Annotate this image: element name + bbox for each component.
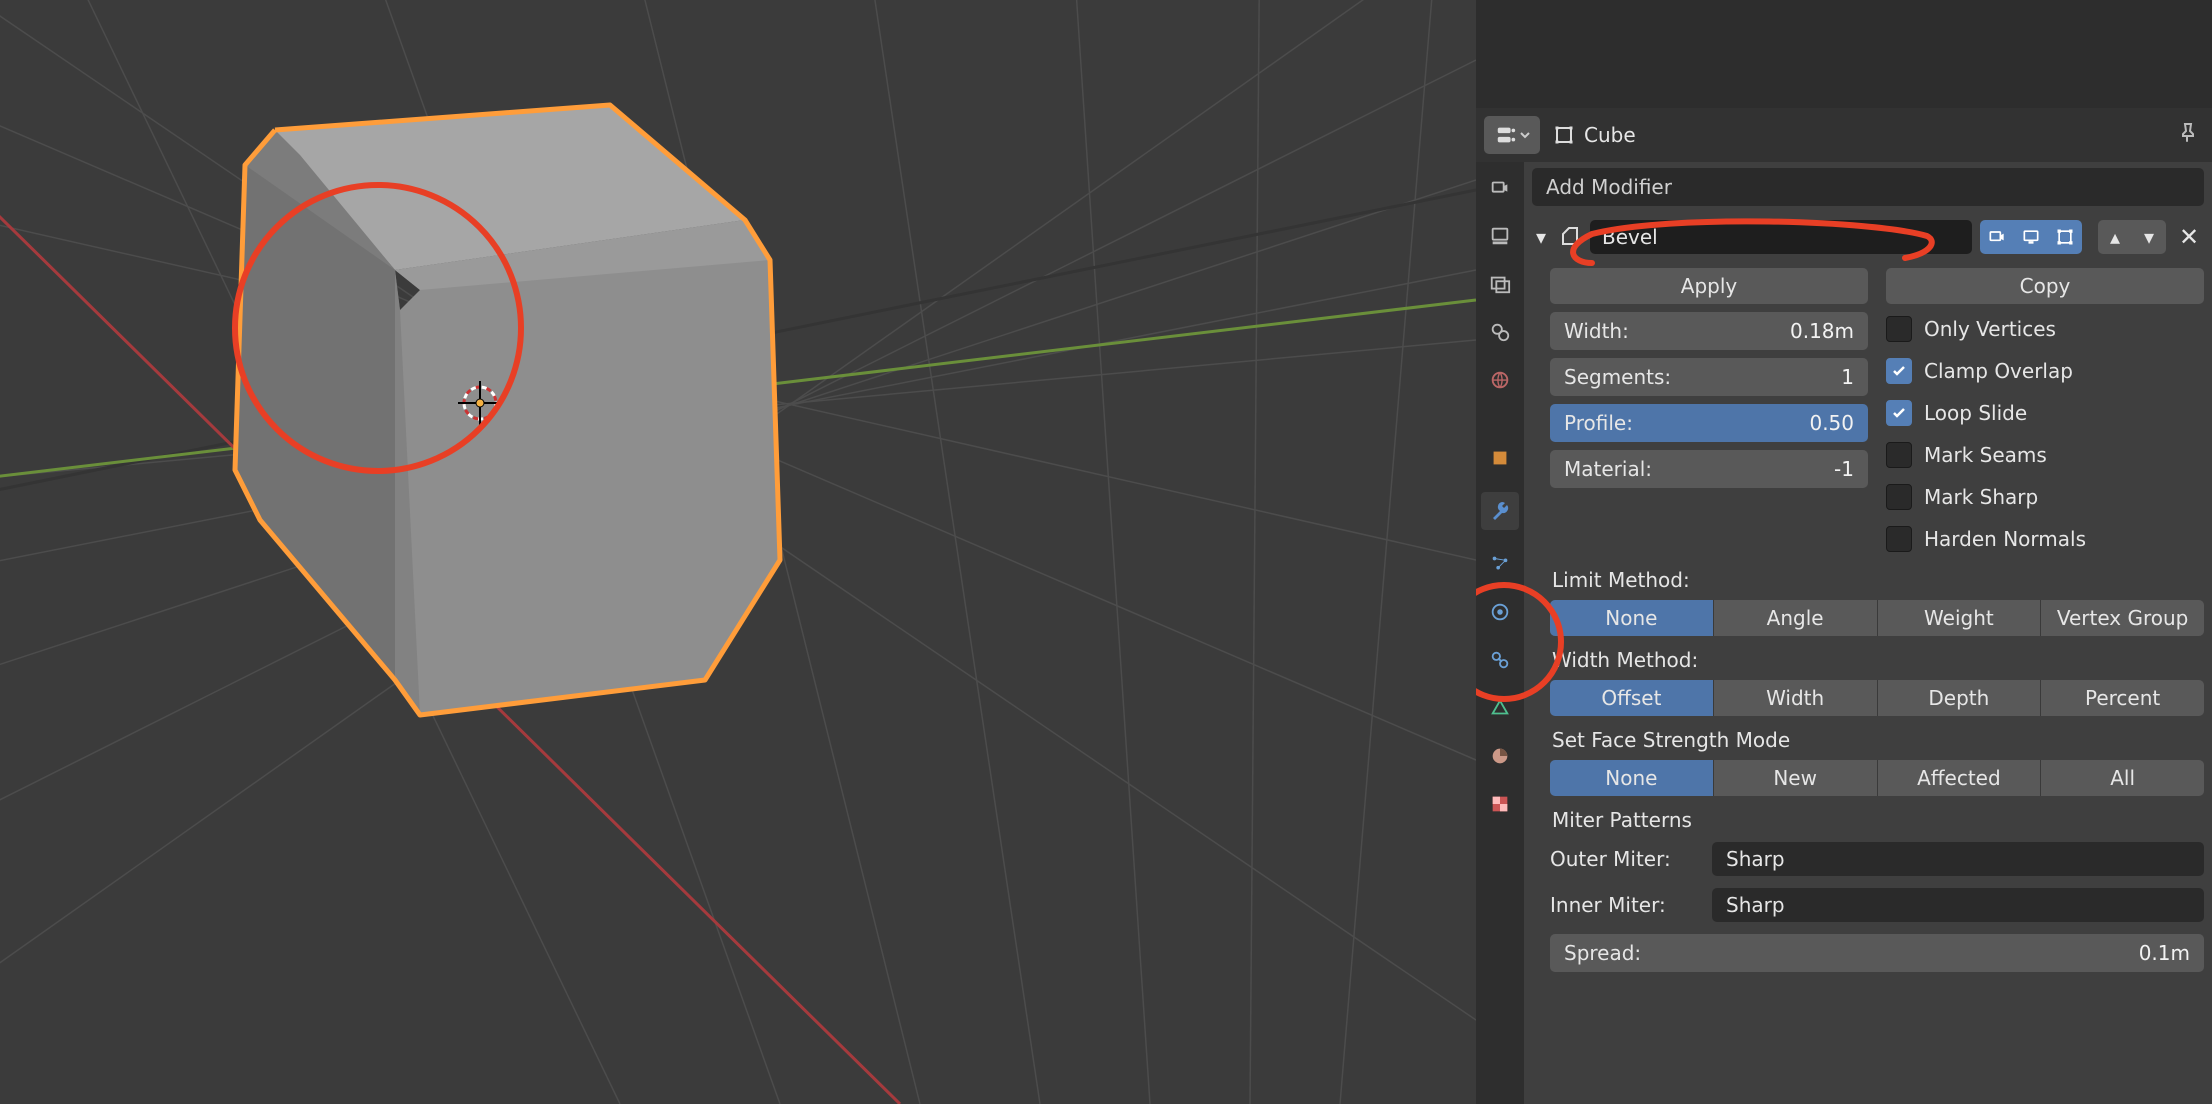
tab-scene[interactable] — [1486, 318, 1514, 346]
copy-button[interactable]: Copy — [1886, 268, 2204, 304]
mark-sharp-checkbox[interactable]: Mark Sharp — [1886, 480, 2204, 514]
width-option-width[interactable]: Width — [1714, 680, 1878, 716]
limit-option-none[interactable]: None — [1550, 600, 1714, 636]
width-option-offset[interactable]: Offset — [1550, 680, 1714, 716]
collapse-toggle[interactable]: ▾ — [1532, 225, 1550, 249]
show-render-toggle[interactable] — [1980, 220, 2014, 254]
width-option-percent[interactable]: Percent — [2041, 680, 2204, 716]
delete-modifier-button[interactable]: ✕ — [2174, 223, 2204, 251]
editor-spacer — [1476, 0, 2212, 108]
face-option-new[interactable]: New — [1714, 760, 1878, 796]
tab-particles[interactable] — [1486, 550, 1514, 578]
tab-world[interactable] — [1486, 366, 1514, 394]
limit-method-label: Limit Method: — [1550, 564, 2204, 592]
tab-constraints[interactable] — [1486, 646, 1514, 674]
apply-button[interactable]: Apply — [1550, 268, 1868, 304]
tab-texture[interactable] — [1486, 790, 1514, 818]
only-vertices-checkbox[interactable]: Only Vertices — [1886, 312, 2204, 346]
tab-material[interactable] — [1486, 742, 1514, 770]
miter-patterns-label: Miter Patterns — [1550, 804, 2204, 832]
limit-method-segmented: None Angle Weight Vertex Group — [1550, 600, 2204, 636]
object-name: Cube — [1584, 123, 1636, 147]
loop-slide-checkbox[interactable]: Loop Slide — [1886, 396, 2204, 430]
clamp-overlap-checkbox[interactable]: Clamp Overlap — [1886, 354, 2204, 388]
editor-type-switcher[interactable] — [1484, 116, 1540, 154]
move-up-button[interactable]: ▴ — [2098, 220, 2132, 254]
tab-view-layer[interactable] — [1486, 270, 1514, 298]
outer-miter-dropdown[interactable]: Sharp — [1712, 842, 2204, 876]
tab-modifiers[interactable] — [1481, 492, 1519, 530]
mark-seams-checkbox[interactable]: Mark Seams — [1886, 438, 2204, 472]
tab-object[interactable] — [1486, 444, 1514, 472]
width-field[interactable]: Width:0.18m — [1550, 312, 1868, 350]
face-strength-segmented: None New Affected All — [1550, 760, 2204, 796]
bevel-modifier-icon — [1558, 225, 1582, 249]
show-viewport-toggle[interactable] — [2014, 220, 2048, 254]
inner-miter-dropdown[interactable]: Sharp — [1712, 888, 2204, 922]
harden-normals-checkbox[interactable]: Harden Normals — [1886, 522, 2204, 556]
properties-tab-rail — [1476, 162, 1524, 1104]
face-option-all[interactable]: All — [2041, 760, 2204, 796]
move-down-button[interactable]: ▾ — [2132, 220, 2166, 254]
properties-header: Cube — [1476, 108, 2212, 162]
object-icon — [1552, 123, 1576, 147]
width-method-label: Width Method: — [1550, 644, 2204, 672]
profile-field[interactable]: Profile:0.50 — [1550, 404, 1868, 442]
add-modifier-dropdown[interactable]: Add Modifier — [1532, 168, 2204, 206]
properties-editor: Cube — [1476, 0, 2212, 1104]
material-field[interactable]: Material:-1 — [1550, 450, 1868, 488]
tab-physics[interactable] — [1486, 598, 1514, 626]
inner-miter-row: Inner Miter: Sharp — [1550, 886, 2204, 924]
3d-viewport[interactable] — [0, 0, 1476, 1104]
chevron-down-icon — [1520, 130, 1530, 140]
limit-option-vertexgroup[interactable]: Vertex Group — [2041, 600, 2204, 636]
modifier-visibility-group — [1980, 220, 2082, 254]
limit-option-weight[interactable]: Weight — [1878, 600, 2042, 636]
width-method-segmented: Offset Width Depth Percent — [1550, 680, 2204, 716]
face-strength-label: Set Face Strength Mode — [1550, 724, 2204, 752]
face-option-none[interactable]: None — [1550, 760, 1714, 796]
limit-option-angle[interactable]: Angle — [1714, 600, 1878, 636]
tab-render[interactable] — [1486, 174, 1514, 202]
modifier-move-group: ▴ ▾ — [2098, 220, 2166, 254]
spread-field[interactable]: Spread:0.1m — [1550, 934, 2204, 972]
add-modifier-label: Add Modifier — [1546, 175, 1672, 199]
face-option-affected[interactable]: Affected — [1878, 760, 2042, 796]
width-option-depth[interactable]: Depth — [1878, 680, 2042, 716]
modifiers-panel: Add Modifier ▾ Bevel ▴ ▾ — [1524, 162, 2212, 1104]
pin-icon[interactable] — [2176, 121, 2204, 149]
tab-mesh-data[interactable] — [1486, 694, 1514, 722]
modifier-header: ▾ Bevel ▴ ▾ ✕ — [1532, 218, 2204, 256]
show-edit-mode-toggle[interactable] — [2048, 220, 2082, 254]
cube-mesh — [235, 105, 780, 715]
modifier-name-field[interactable]: Bevel — [1590, 220, 1972, 254]
segments-field[interactable]: Segments:1 — [1550, 358, 1868, 396]
outer-miter-row: Outer Miter: Sharp — [1550, 840, 2204, 878]
tab-output[interactable] — [1486, 222, 1514, 250]
